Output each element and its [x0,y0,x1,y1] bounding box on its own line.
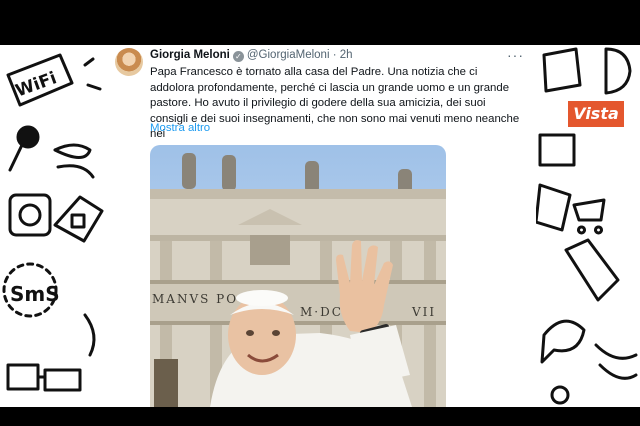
tweet-header: Giorgia Meloni ✓ @GiorgiaMeloni · 2h [150,49,353,62]
verified-badge-icon: ✓ [232,51,244,62]
arrow-icon [564,238,620,302]
author-name[interactable]: Giorgia Meloni [150,49,230,61]
left-doodle-panel: WiFi SmS [2,53,104,392]
cart-icon [572,198,606,235]
sms-label: SmS [10,282,60,306]
clock-icon [604,47,632,95]
vista-watermark: Vista [566,99,626,129]
flag-icon [542,47,582,93]
camera-icon [8,193,52,237]
facade-inscription-far: VII [411,305,436,319]
envelope-icon [536,183,572,232]
author-handle[interactable]: @GiorgiaMeloni [247,49,330,61]
tweet-card[interactable]: Giorgia Meloni ✓ @GiorgiaMeloni · 2h ··· P… [104,45,536,407]
tweet-photo[interactable]: MANVS PO M·DCA VII [150,145,446,407]
screen-icon [538,133,576,167]
more-options-icon[interactable]: ··· [507,47,524,63]
paperclip-icon [53,143,92,159]
speech-bubble-icon [540,319,586,364]
video-frame: WiFi SmS Giorgia Meloni ✓ @GiorgiaMeloni ·… [0,45,640,407]
house-icon [53,195,104,243]
wifi-label: WiFi [13,68,59,101]
separator: · [332,49,337,61]
timestamp[interactable]: 2h [340,49,353,61]
avatar[interactable] [115,48,143,76]
show-more-link[interactable]: Mostra altro [150,122,210,134]
facade-inscription: MANVS PO [152,292,238,306]
